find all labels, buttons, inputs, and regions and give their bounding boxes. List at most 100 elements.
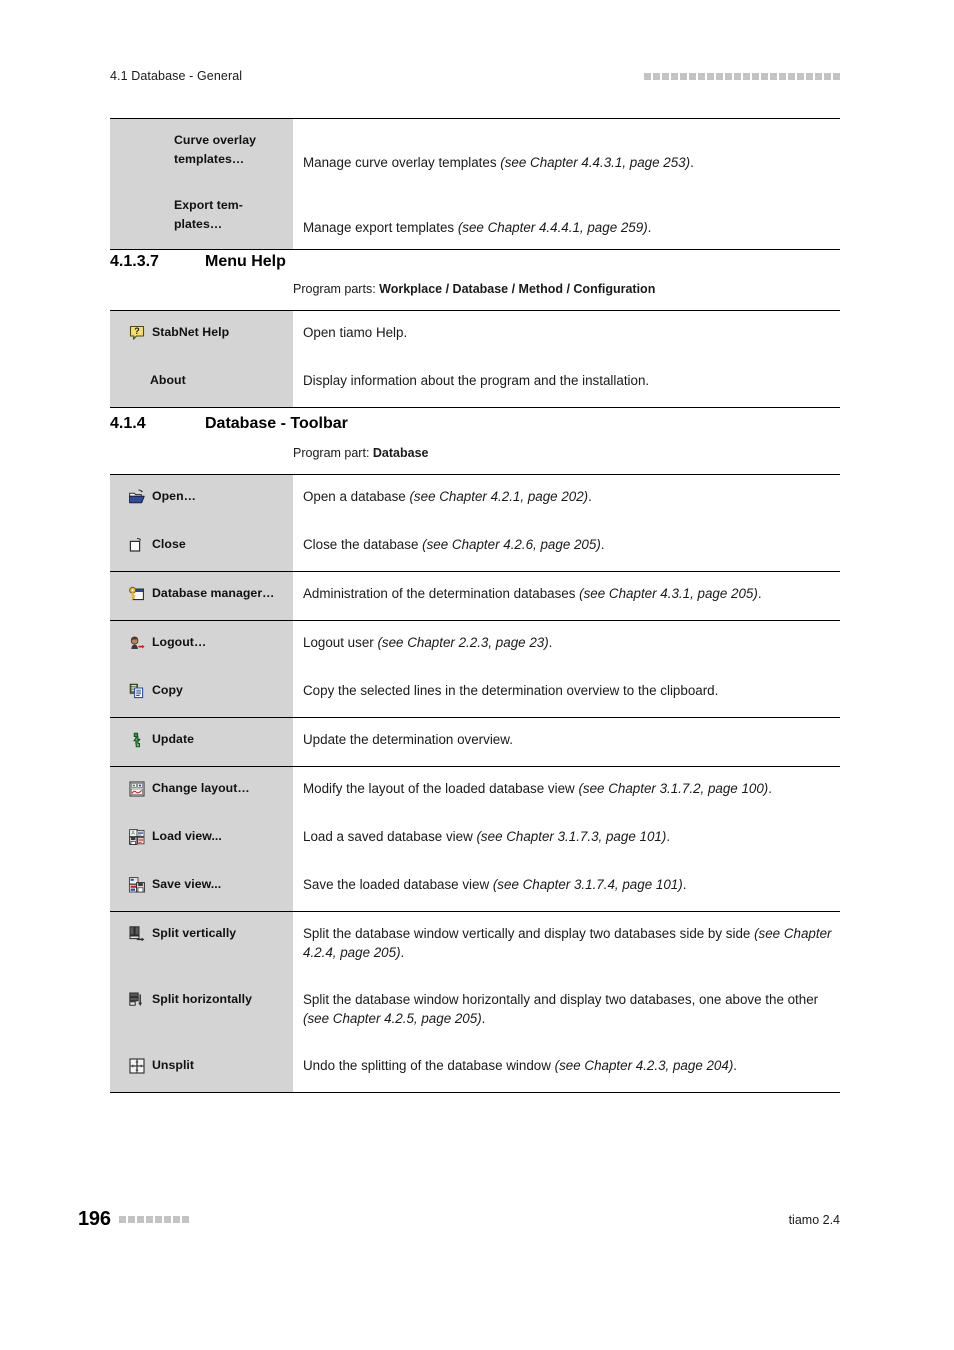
row-description: Administration of the determination data… bbox=[303, 584, 762, 603]
row-label: Split horizontally bbox=[152, 992, 252, 1006]
desc-tail: . bbox=[757, 586, 762, 601]
decor-square bbox=[136, 1216, 144, 1223]
row-description: Save the loaded database view (see Chapt… bbox=[303, 875, 686, 894]
row-description: Open a database (see Chapter 4.2.1, page… bbox=[303, 487, 592, 506]
desc-text: Copy the selected lines in the determina… bbox=[303, 683, 719, 698]
decor-square bbox=[181, 1216, 189, 1223]
table-row: Close Close the database (see Chapter 4.… bbox=[110, 523, 840, 571]
row-label-cell: Export tem-plates… bbox=[110, 184, 293, 250]
desc-text: Split the database window horizontally a… bbox=[303, 992, 819, 1007]
desc-text: Modify the layout of the loaded database… bbox=[303, 781, 579, 796]
row-label-cell: Curve overlay templates… bbox=[110, 119, 293, 185]
row-description-cell: Load a saved database view (see Chapter … bbox=[293, 815, 840, 863]
decor-square bbox=[779, 72, 786, 80]
row-description-cell: Display information about the program an… bbox=[293, 359, 840, 407]
desc-text: Undo the splitting of the database windo… bbox=[303, 1058, 555, 1073]
desc-text: Split the database window vertically and… bbox=[303, 926, 755, 941]
row-description-cell: Modify the layout of the loaded database… bbox=[293, 767, 840, 815]
decor-square bbox=[653, 72, 660, 80]
row-description: Copy the selected lines in the determina… bbox=[303, 681, 718, 700]
decor-square bbox=[797, 72, 804, 80]
row-description: Load a saved database view (see Chapter … bbox=[303, 827, 670, 846]
row-label-cell: Split horizontally bbox=[110, 978, 293, 1044]
split-vertically-icon bbox=[128, 925, 146, 943]
row-description: Logout user (see Chapter 2.2.3, page 23)… bbox=[303, 633, 552, 652]
table-group: Curve overlay templates… Manage curve ove… bbox=[110, 119, 840, 250]
desc-reference: (see Chapter 4.3.1, page 205) bbox=[579, 586, 758, 601]
row-label: Close bbox=[152, 537, 186, 551]
desc-text: Manage export templates bbox=[303, 220, 458, 236]
decor-square bbox=[815, 72, 822, 80]
section-heading-database-toolbar: 4.1.4 Database - Toolbar bbox=[110, 415, 348, 433]
change-layout-icon bbox=[128, 780, 146, 798]
row-label: StabNet Help bbox=[152, 325, 230, 339]
row-label-cell: Update bbox=[110, 718, 293, 766]
row-description-cell: Split the database window horizontally a… bbox=[293, 978, 840, 1044]
row-description-cell: Administration of the determination data… bbox=[293, 572, 840, 620]
desc-reference: (see Chapter 4.2.3, page 204) bbox=[554, 1058, 734, 1073]
table-row: Split vertically Split the database wind… bbox=[110, 912, 840, 978]
desc-text: Load a saved database view bbox=[303, 829, 477, 844]
row-description: Split the database window vertically and… bbox=[303, 924, 834, 962]
table-row: Change layout… Modify the layout of the … bbox=[110, 767, 840, 815]
desc-tail: . bbox=[690, 155, 694, 170]
decor-square bbox=[725, 72, 732, 80]
program-parts-prefix: Program part: bbox=[293, 446, 373, 460]
section-title: Menu Help bbox=[205, 253, 286, 270]
decor-square bbox=[644, 72, 651, 80]
row-label-cell: Copy bbox=[110, 669, 293, 717]
decor-square bbox=[788, 72, 795, 80]
decor-square bbox=[127, 1216, 135, 1223]
save-view-icon bbox=[128, 876, 146, 894]
row-description-cell: Manage export templates (see Chapter 4.4… bbox=[293, 184, 840, 249]
desc-reference: (see Chapter 4.2.6, page 205) bbox=[422, 537, 601, 552]
desc-reference: (see Chapter 4.2.5, page 205) bbox=[303, 1011, 482, 1027]
row-label: Database manager… bbox=[152, 586, 275, 600]
table-group: Change layout… Modify the layout of the … bbox=[110, 767, 840, 912]
copy-icon bbox=[128, 682, 146, 700]
desc-tail: . bbox=[733, 1058, 738, 1073]
table-group: ? StabNet Help Open tiamo Help. About Di… bbox=[110, 311, 840, 407]
row-description: Display information about the program an… bbox=[303, 371, 649, 390]
decor-square bbox=[172, 1216, 180, 1223]
logout-user-icon bbox=[128, 634, 146, 652]
row-label-cell: Close bbox=[110, 523, 293, 571]
row-description-cell: Split the database window vertically and… bbox=[293, 912, 840, 978]
section-number: 4.1.3.7 bbox=[110, 253, 159, 270]
row-label: Open… bbox=[152, 489, 196, 503]
running-header: 4.1 Database - General bbox=[110, 66, 840, 86]
table-row: Open… Open a database (see Chapter 4.2.1… bbox=[110, 475, 840, 523]
desc-reference: (see Chapter 3.1.7.4, page 101) bbox=[492, 877, 683, 892]
open-folder-icon bbox=[128, 488, 146, 506]
decor-square bbox=[698, 72, 705, 80]
decor-square bbox=[833, 72, 840, 80]
program-parts-value: Database bbox=[372, 446, 429, 460]
row-label: About bbox=[150, 373, 186, 387]
decor-square bbox=[662, 72, 669, 80]
decor-square bbox=[689, 72, 696, 80]
row-label: Export tem-plates… bbox=[174, 198, 243, 232]
row-description: Manage export templates (see Chapter 4.4… bbox=[303, 218, 651, 237]
row-label: Update bbox=[152, 732, 194, 746]
row-label: Load view... bbox=[152, 829, 222, 843]
decor-square bbox=[743, 72, 750, 80]
row-label: Logout… bbox=[152, 635, 207, 649]
row-label-cell: Unsplit bbox=[110, 1044, 293, 1092]
folio: 196 bbox=[78, 1208, 189, 1231]
desc-reference: (see Chapter 4.4.3.1, page 253) bbox=[500, 155, 691, 170]
running-header-title: 4.1 Database - General bbox=[110, 69, 243, 83]
decor-square bbox=[145, 1216, 153, 1223]
row-description-cell: Logout user (see Chapter 2.2.3, page 23)… bbox=[293, 621, 840, 669]
program-parts-database-toolbar: Program part: Database bbox=[293, 446, 428, 460]
row-label-cell: A Load view... bbox=[110, 815, 293, 863]
header-decor-squares bbox=[644, 72, 840, 80]
desc-tail: . bbox=[600, 537, 605, 552]
row-description: Undo the splitting of the database windo… bbox=[303, 1056, 737, 1075]
decor-square bbox=[752, 72, 759, 80]
desc-text: Open tiamo Help. bbox=[303, 325, 408, 340]
row-label: Save view... bbox=[152, 877, 222, 891]
decor-square bbox=[770, 72, 777, 80]
desc-tail: . bbox=[647, 220, 652, 236]
desc-tail: . bbox=[666, 829, 671, 844]
desc-text: Display information about the program an… bbox=[303, 373, 650, 388]
